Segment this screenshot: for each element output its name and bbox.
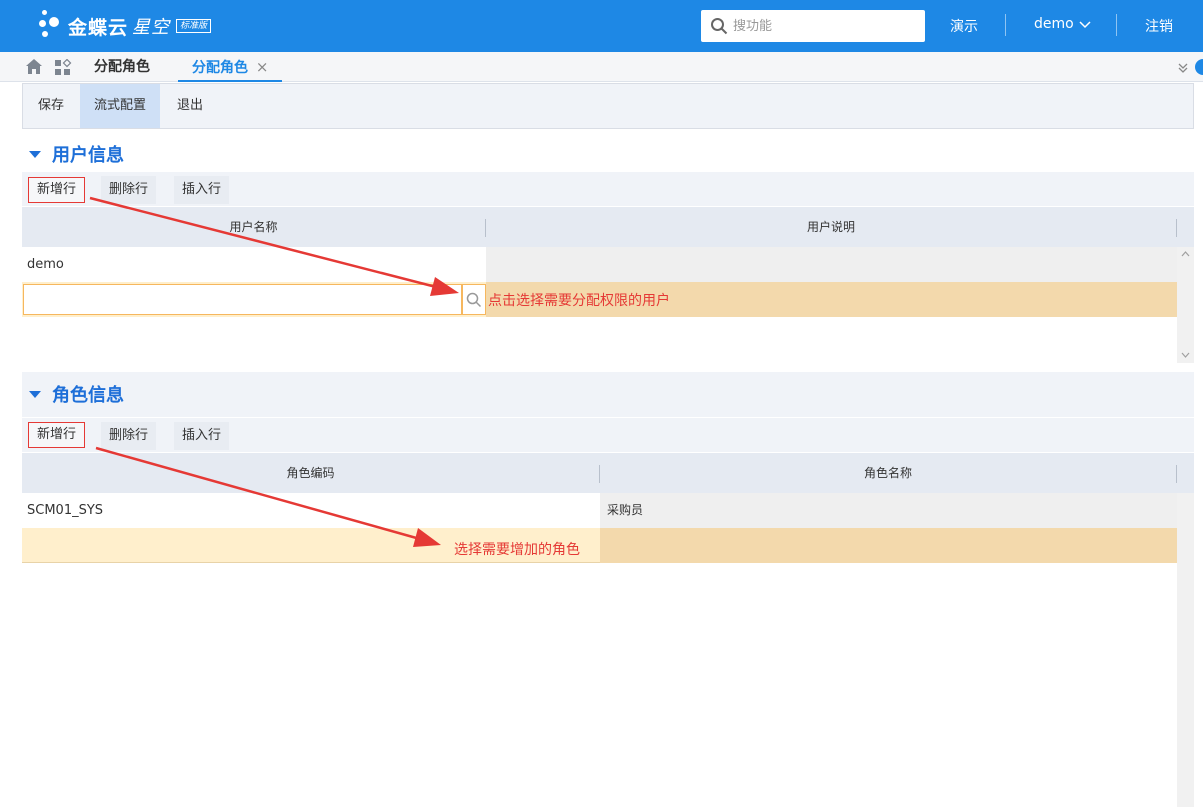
arrow-add-role-row <box>95 446 441 547</box>
annotation-arrows <box>89 196 459 547</box>
arrow-add-user-row <box>89 196 459 296</box>
